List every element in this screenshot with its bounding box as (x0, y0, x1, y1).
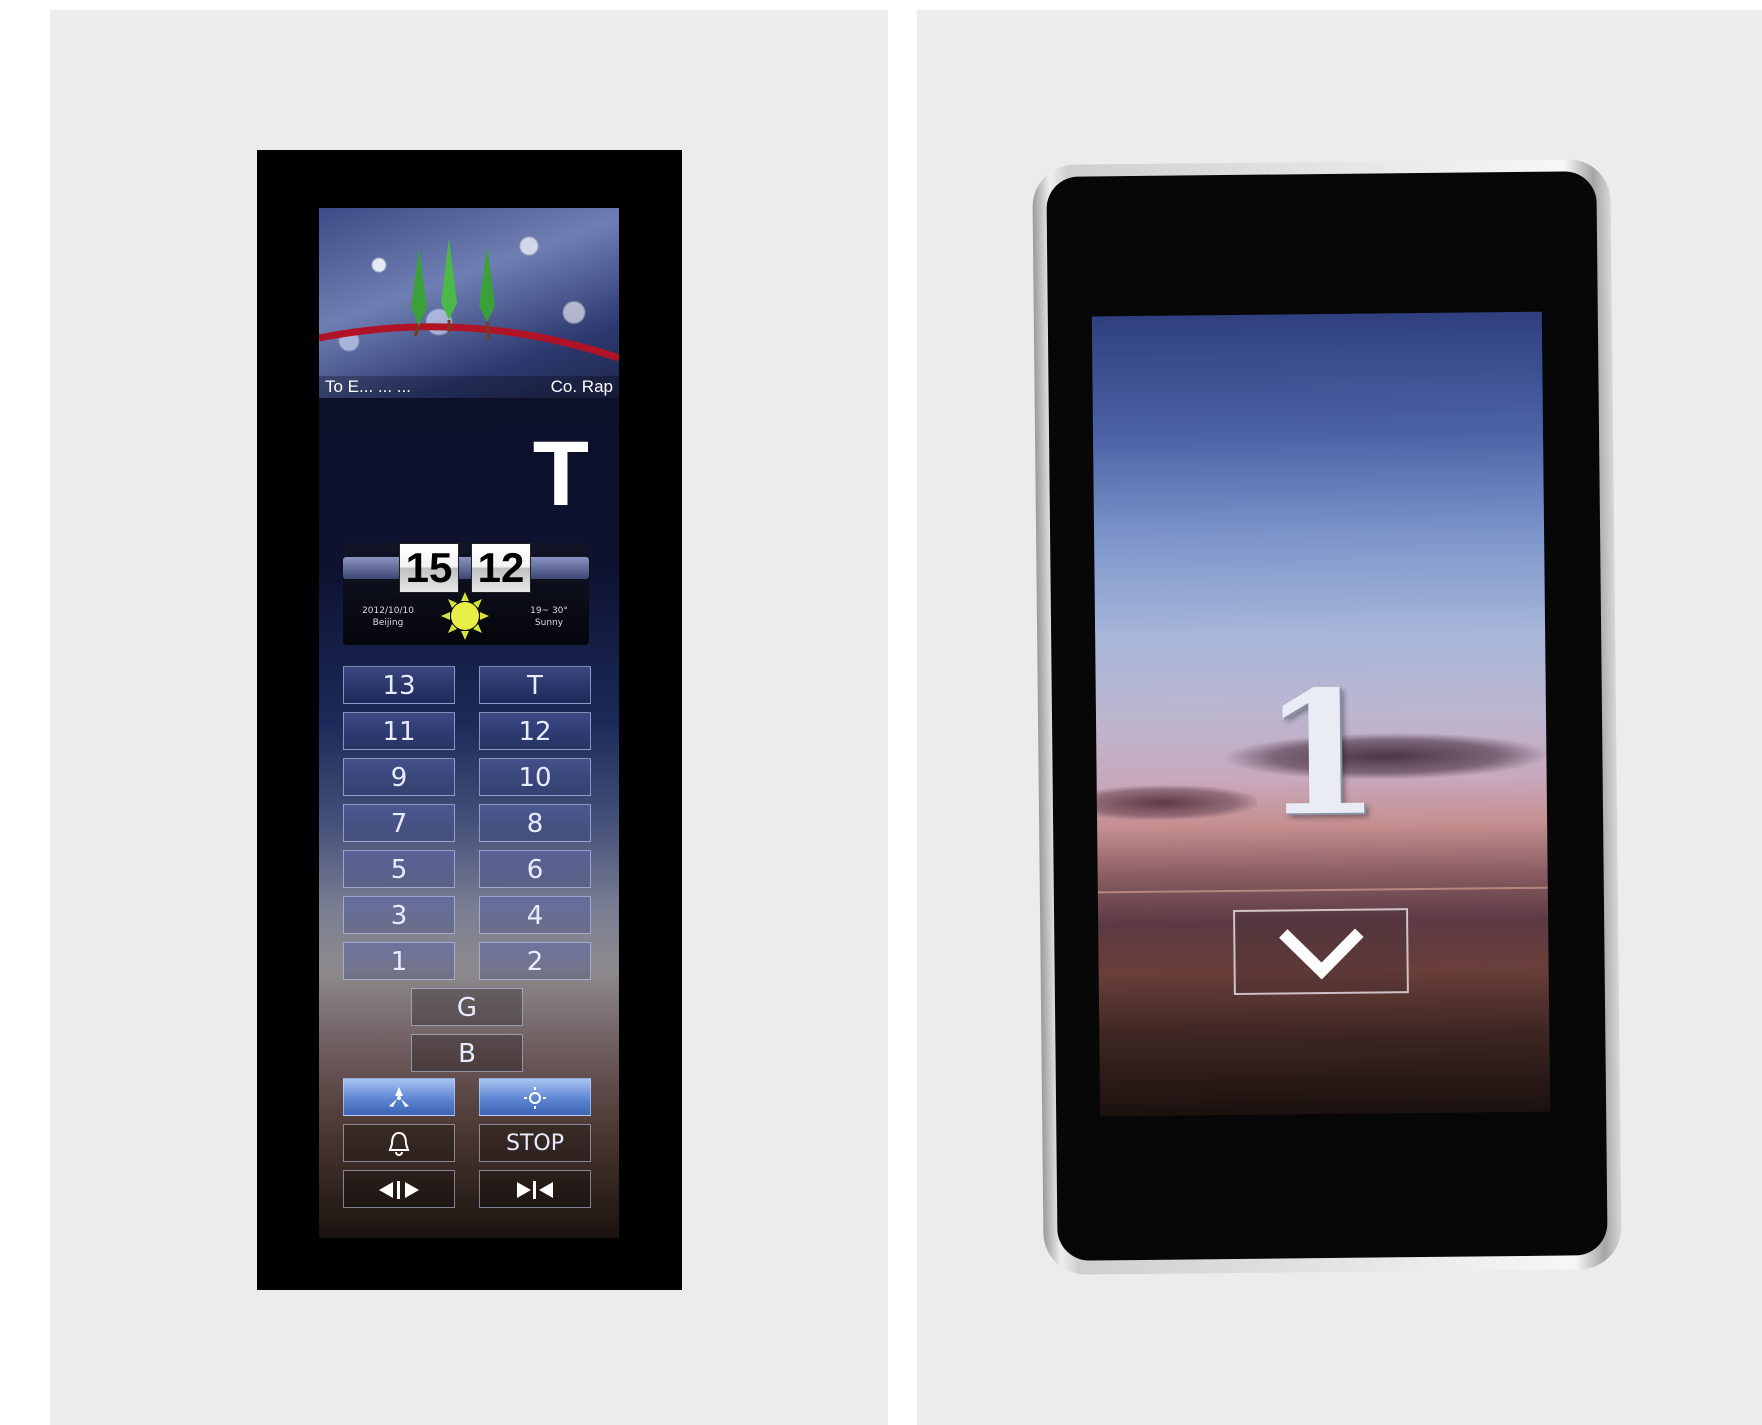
weather-temp: 19~ 30° Sunny (513, 605, 585, 629)
floor-button[interactable]: 11 (343, 712, 455, 750)
temperature-text: 19~ 30° (530, 606, 568, 616)
clock-bar (343, 557, 589, 579)
hall-display-glass: 1 (1046, 171, 1608, 1261)
alarm-button[interactable] (343, 1124, 455, 1162)
door-close-icon (517, 1181, 553, 1199)
floor-button-g[interactable]: G (411, 988, 523, 1026)
media-image (319, 238, 619, 362)
cop-screen: To E... ... ... Co. Rap T 15 12 2012/10/… (319, 208, 619, 1238)
hall-floor-indicator: 1 (1261, 653, 1382, 855)
clock-minutes: 12 (471, 543, 531, 593)
door-open-button[interactable] (343, 1170, 455, 1208)
clock-hours: 15 (399, 543, 459, 593)
floor-button[interactable]: 2 (479, 942, 591, 980)
door-open-icon (379, 1181, 419, 1199)
floor-button[interactable]: 10 (479, 758, 591, 796)
weather-date: 2012/10/10 Beijing (349, 605, 427, 629)
condition-text: Sunny (534, 618, 564, 628)
floor-button[interactable]: 3 (343, 896, 455, 934)
fan-icon (389, 1087, 409, 1107)
floor-button[interactable]: 8 (479, 804, 591, 842)
ticker-left-text: To E... ... ... (325, 377, 411, 396)
city-text: Beijing (372, 618, 404, 628)
floor-button[interactable]: 1 (343, 942, 455, 980)
floor-button[interactable]: 5 (343, 850, 455, 888)
floor-button[interactable]: 7 (343, 804, 455, 842)
floor-button[interactable]: 13 (343, 666, 455, 704)
direction-indicator (1233, 908, 1409, 995)
clock-weather-widget: 15 12 2012/10/10 Beijing 19~ 30° Sunny (343, 543, 589, 645)
news-ticker: To E... ... ... Co. Rap (319, 376, 619, 398)
ticker-right-text: Co. Rap (550, 377, 613, 396)
sun-icon (441, 592, 489, 640)
light-icon (524, 1087, 546, 1109)
floor-button[interactable]: 4 (479, 896, 591, 934)
stop-button[interactable]: STOP (479, 1124, 591, 1162)
floor-button[interactable]: 6 (479, 850, 591, 888)
floor-button[interactable]: 12 (479, 712, 591, 750)
door-close-button[interactable] (479, 1170, 591, 1208)
current-floor-indicator: T (532, 423, 589, 525)
fan-button[interactable] (343, 1078, 455, 1116)
horizon-line (1097, 886, 1548, 894)
media-display: To E... ... ... Co. Rap (319, 208, 619, 398)
floor-button[interactable]: 9 (343, 758, 455, 796)
light-button[interactable] (479, 1078, 591, 1116)
hall-display-device: 1 (1032, 159, 1622, 1275)
floor-button[interactable]: T (479, 666, 591, 704)
chevron-down-icon (1279, 928, 1364, 980)
hall-display-screen: 1 (1091, 311, 1551, 1117)
date-text: 2012/10/10 (362, 606, 414, 616)
car-operating-panel: To E... ... ... Co. Rap T 15 12 2012/10/… (257, 150, 682, 1290)
floor-button-b[interactable]: B (411, 1034, 523, 1072)
bell-icon (388, 1131, 410, 1156)
